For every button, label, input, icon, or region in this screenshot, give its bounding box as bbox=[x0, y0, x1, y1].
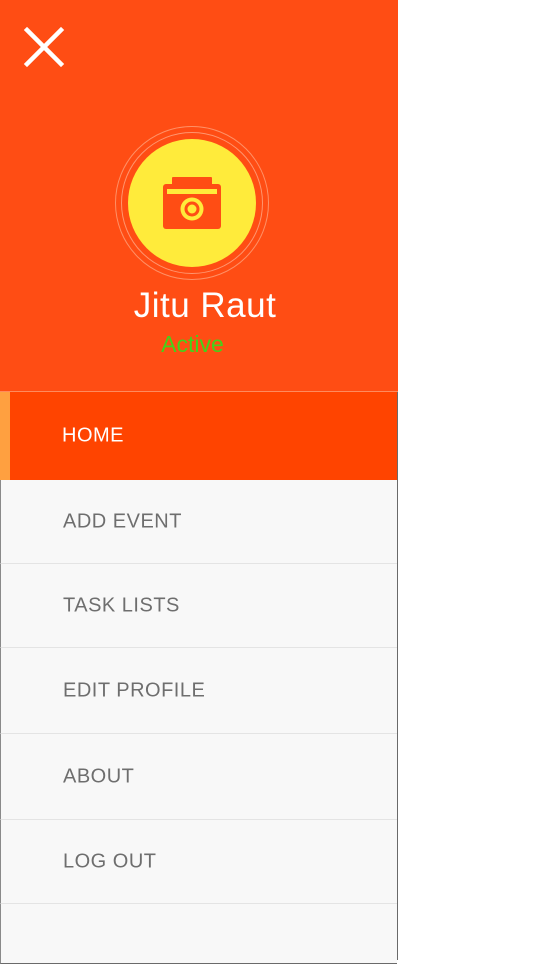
avatar[interactable] bbox=[128, 139, 256, 267]
menu-item-task-lists[interactable]: TASK LISTS bbox=[0, 564, 397, 648]
menu-item-add-event[interactable]: ADD EVENT bbox=[0, 480, 397, 564]
menu-item-label: ABOUT bbox=[63, 765, 135, 787]
active-indicator bbox=[0, 392, 10, 480]
menu-item-log-out[interactable]: LOG OUT bbox=[0, 820, 397, 904]
menu-item-about[interactable]: ABOUT bbox=[0, 734, 397, 820]
menu-item-label: HOME bbox=[62, 424, 124, 447]
menu-item-label: LOG OUT bbox=[63, 850, 157, 872]
drawer-menu: HOME ADD EVENT TASK LISTS EDIT PROFILE A… bbox=[0, 392, 397, 964]
drawer-header: Jitu Raut Active bbox=[0, 0, 398, 392]
user-name: Jitu Raut bbox=[133, 286, 277, 325]
menu-item-label: EDIT PROFILE bbox=[63, 679, 206, 701]
menu-empty-space bbox=[0, 904, 397, 964]
camera-icon bbox=[163, 177, 221, 229]
close-icon bbox=[23, 26, 65, 68]
menu-item-label: ADD EVENT bbox=[63, 510, 182, 532]
menu-item-label: TASK LISTS bbox=[63, 594, 180, 616]
menu-item-edit-profile[interactable]: EDIT PROFILE bbox=[0, 648, 397, 734]
menu-item-home[interactable]: HOME bbox=[0, 392, 397, 480]
avatar-ring bbox=[115, 126, 269, 280]
user-status: Active bbox=[161, 331, 224, 357]
close-button[interactable] bbox=[22, 26, 66, 68]
navigation-drawer: Jitu Raut Active HOME ADD EVENT TASK LIS… bbox=[0, 0, 398, 964]
